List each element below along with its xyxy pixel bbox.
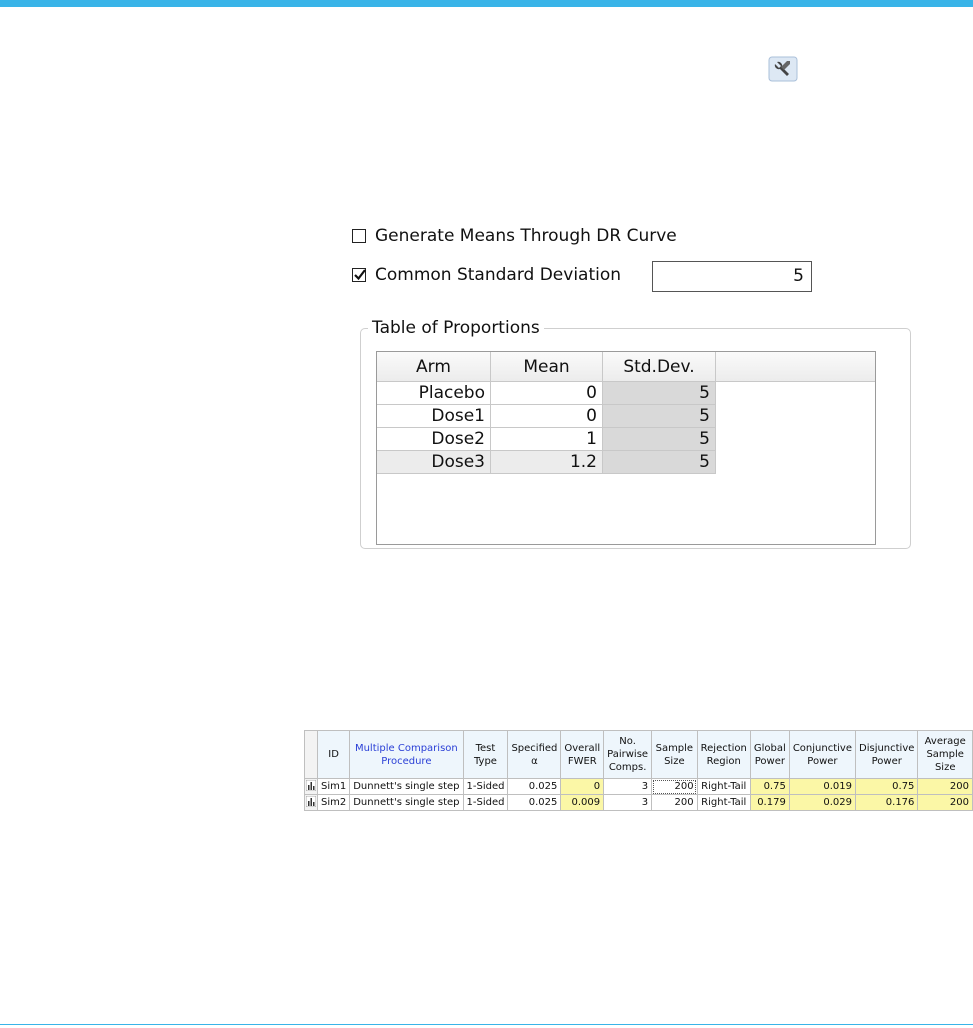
cell-test-type: 1-Sided	[462, 778, 509, 795]
chart-icon[interactable]	[304, 778, 318, 795]
cell-arm[interactable]: Dose1	[377, 405, 491, 428]
wrench-icon[interactable]	[768, 56, 798, 82]
common-sd-input[interactable]: 5	[652, 261, 812, 292]
cell-id: Sim1	[316, 778, 351, 795]
checkbox-checked-icon[interactable]	[352, 268, 366, 282]
header-disjunctive-power[interactable]: Disjunctive Power	[854, 730, 919, 779]
cell-test-type: 1-Sided	[462, 794, 509, 811]
cell-arm[interactable]: Dose2	[377, 428, 491, 451]
header-average-sample-size[interactable]: Average Sample Size	[917, 730, 973, 779]
cell-conjunctive-power: 0.029	[788, 794, 857, 811]
cell-pairwise-comps: 3	[603, 778, 653, 795]
header-conjunctive-power[interactable]: Conjunctive Power	[788, 730, 857, 779]
cell-fwer: 0.009	[560, 794, 605, 811]
bottom-accent-line	[0, 1024, 973, 1025]
cell-rejection-region: Right-Tail	[696, 778, 751, 795]
table-row[interactable]: Sim1 Dunnett's single step 1-Sided 0.025…	[304, 778, 973, 795]
cell-sd: 5	[603, 451, 716, 474]
cell-sample-size: 200	[651, 778, 698, 795]
header-sample-size[interactable]: Sample Size	[651, 730, 698, 779]
header-filler	[716, 352, 875, 382]
cell-disjunctive-power: 0.176	[854, 794, 919, 811]
top-accent-bar	[0, 0, 973, 7]
column-header-mean[interactable]: Mean	[491, 352, 603, 382]
cell-fwer: 0	[560, 778, 605, 795]
simulation-header-row: ID Multiple Comparison Procedure Test Ty…	[304, 730, 973, 779]
cell-mean[interactable]: 1	[491, 428, 603, 451]
cell-arm[interactable]: Dose3	[377, 451, 491, 474]
header-id[interactable]: ID	[316, 730, 351, 779]
row-icon-header	[304, 730, 318, 779]
cell-mcp: Dunnett's single step	[349, 794, 464, 811]
cell-mean[interactable]: 1.2	[491, 451, 603, 474]
cell-mean[interactable]: 0	[491, 405, 603, 428]
header-pairwise-comps[interactable]: No. Pairwise Comps.	[603, 730, 653, 779]
proportions-group-title: Table of Proportions	[368, 318, 544, 338]
cell-conjunctive-power: 0.019	[788, 778, 857, 795]
generate-means-checkbox[interactable]: Generate Means Through DR Curve	[352, 226, 677, 246]
cell-global-power: 0.75	[749, 778, 790, 795]
table-row[interactable]: Sim2 Dunnett's single step 1-Sided 0.025…	[304, 794, 973, 811]
cell-alpha: 0.025	[507, 794, 562, 811]
generate-means-label: Generate Means Through DR Curve	[375, 226, 677, 246]
cell-alpha: 0.025	[507, 778, 562, 795]
cell-arm[interactable]: Placebo	[377, 382, 491, 405]
cell-global-power: 0.179	[749, 794, 790, 811]
chart-icon[interactable]	[304, 794, 318, 811]
cell-sd: 5	[603, 428, 716, 451]
column-header-arm[interactable]: Arm	[377, 352, 491, 382]
cell-sample-size: 200	[651, 794, 698, 811]
cell-sd: 5	[603, 382, 716, 405]
header-test-type[interactable]: Test Type	[462, 730, 509, 779]
header-alpha[interactable]: Specified α	[507, 730, 562, 779]
header-mcp[interactable]: Multiple Comparison Procedure	[349, 730, 464, 779]
header-fwer[interactable]: Overall FWER	[560, 730, 605, 779]
simulation-results-table[interactable]: ID Multiple Comparison Procedure Test Ty…	[304, 730, 973, 811]
common-sd-label: Common Standard Deviation	[375, 265, 622, 285]
common-sd-checkbox[interactable]: Common Standard Deviation	[352, 265, 621, 285]
column-header-sd[interactable]: Std.Dev.	[603, 352, 716, 382]
checkbox-unchecked-icon[interactable]	[352, 229, 366, 243]
cell-disjunctive-power: 0.75	[854, 778, 919, 795]
cell-average-sample-size: 200	[917, 778, 973, 795]
cell-sd: 5	[603, 405, 716, 428]
cell-average-sample-size: 200	[917, 794, 973, 811]
cell-id: Sim2	[316, 794, 351, 811]
header-rejection-region[interactable]: Rejection Region	[696, 730, 751, 779]
cell-mean[interactable]: 0	[491, 382, 603, 405]
cell-rejection-region: Right-Tail	[696, 794, 751, 811]
header-global-power[interactable]: Global Power	[749, 730, 790, 779]
cell-mcp: Dunnett's single step	[349, 778, 464, 795]
cell-pairwise-comps: 3	[603, 794, 653, 811]
proportions-table[interactable]: Arm Mean Std.Dev. Placebo 0 5 Dose1 0 5 …	[376, 351, 876, 545]
